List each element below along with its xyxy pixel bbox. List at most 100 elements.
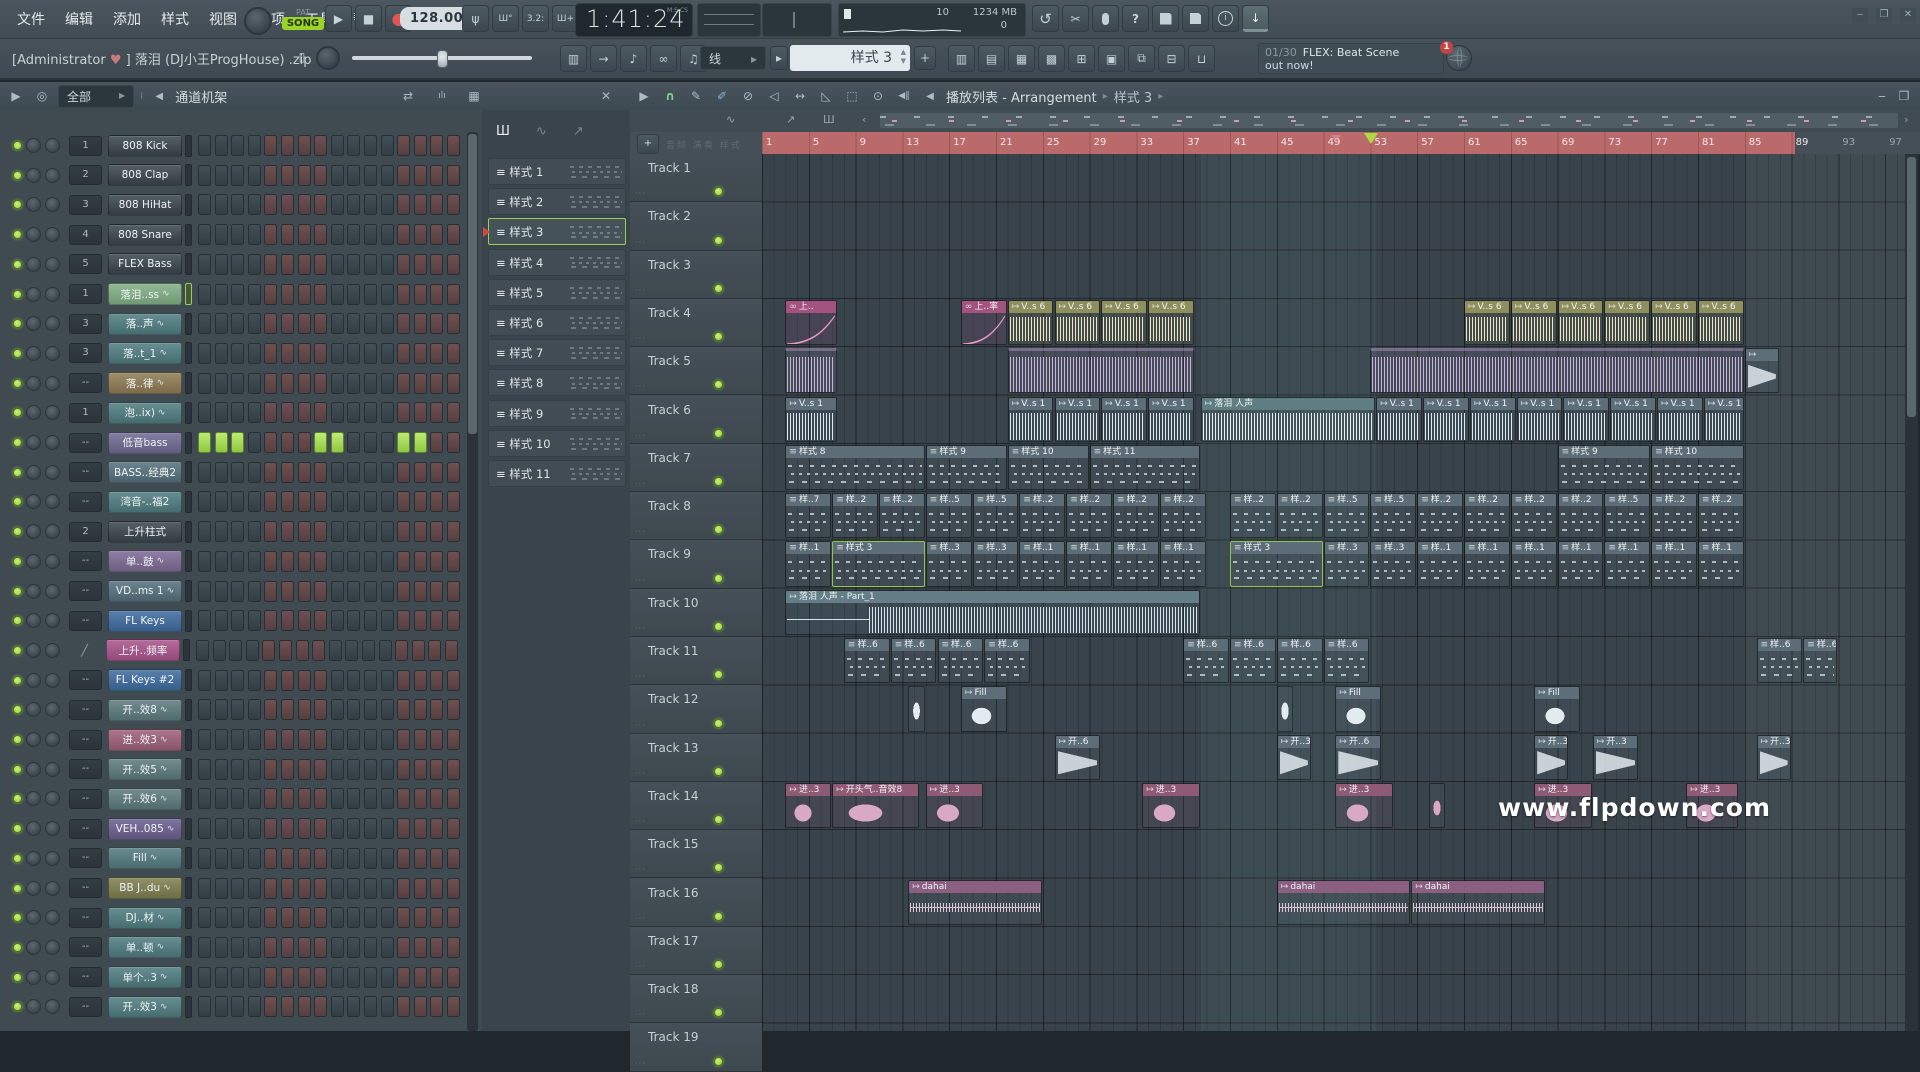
- track-led[interactable]: [714, 863, 723, 872]
- channel-button[interactable]: 低音bass: [108, 432, 182, 454]
- channel-led[interactable]: [13, 379, 22, 388]
- step-cell[interactable]: [264, 581, 277, 602]
- channel-volume-knob[interactable]: [45, 227, 60, 242]
- step-cell[interactable]: [379, 640, 392, 661]
- step-cell[interactable]: [447, 373, 460, 394]
- playlist-clip[interactable]: ≡样..1: [785, 541, 831, 586]
- step-cell[interactable]: [264, 165, 277, 186]
- step-cell[interactable]: [414, 165, 427, 186]
- playlist-clip[interactable]: ↦落泪 人声: [1201, 397, 1376, 442]
- channel-mixer-route[interactable]: --: [69, 611, 102, 631]
- step-cell[interactable]: [430, 521, 443, 542]
- step-cell[interactable]: [381, 462, 394, 483]
- step-cell[interactable]: [397, 878, 410, 899]
- step-cell[interactable]: [314, 284, 327, 305]
- playlist-clip[interactable]: ≡样..2: [879, 493, 925, 538]
- track-header[interactable]: Track 17···: [630, 927, 762, 975]
- pl-slip-icon[interactable]: ↔: [790, 89, 810, 103]
- pattern-stepper-icon[interactable]: ▲▼: [901, 48, 906, 66]
- step-cell[interactable]: [248, 937, 261, 958]
- step-cell[interactable]: [364, 729, 377, 750]
- step-cell[interactable]: [364, 194, 377, 215]
- step-cell[interactable]: [397, 313, 410, 334]
- step-cell[interactable]: [231, 581, 244, 602]
- step-cell[interactable]: [264, 848, 277, 869]
- playlist-clip[interactable]: ↦V..s 1: [1517, 397, 1563, 442]
- step-cell[interactable]: [430, 432, 443, 453]
- step-cell[interactable]: [381, 699, 394, 720]
- step-cell[interactable]: [397, 907, 410, 928]
- step-cell[interactable]: [364, 788, 377, 809]
- playlist-clip[interactable]: [908, 686, 925, 731]
- step-cell[interactable]: [314, 551, 327, 572]
- step-cell[interactable]: [314, 818, 327, 839]
- step-cell[interactable]: [215, 699, 228, 720]
- step-cell[interactable]: [364, 759, 377, 780]
- channel-pan-knob[interactable]: [26, 584, 41, 599]
- track-led[interactable]: [714, 380, 723, 389]
- channel-select-indicator[interactable]: [185, 936, 192, 958]
- step-cell[interactable]: [364, 848, 377, 869]
- channel-mixer-route[interactable]: 1: [69, 284, 102, 304]
- step-cell[interactable]: [298, 907, 311, 928]
- step-cell[interactable]: [314, 788, 327, 809]
- info-icon[interactable]: i: [1212, 5, 1239, 32]
- track-header[interactable]: Track 7···: [630, 444, 762, 492]
- step-cell[interactable]: [414, 759, 427, 780]
- channel-select-indicator[interactable]: [185, 164, 192, 186]
- step-cell[interactable]: [414, 313, 427, 334]
- channel-volume-knob[interactable]: [45, 287, 60, 302]
- step-cell[interactable]: [298, 818, 311, 839]
- playlist-clip[interactable]: ≡样..2: [1113, 493, 1159, 538]
- step-cell[interactable]: [430, 848, 443, 869]
- playlist-clip[interactable]: ≡样..2: [1277, 493, 1323, 538]
- step-cell[interactable]: [314, 402, 327, 423]
- step-cell[interactable]: [347, 967, 360, 988]
- step-cell[interactable]: [198, 907, 211, 928]
- step-cell[interactable]: [414, 373, 427, 394]
- step-cell[interactable]: [364, 699, 377, 720]
- step-cell[interactable]: [264, 313, 277, 334]
- step-cell[interactable]: [198, 373, 211, 394]
- step-cell[interactable]: [397, 996, 410, 1017]
- step-cell[interactable]: [381, 313, 394, 334]
- channel-select-indicator[interactable]: [185, 550, 192, 572]
- channel-select-indicator[interactable]: [185, 491, 192, 513]
- step-cell[interactable]: [397, 818, 410, 839]
- pattern-list-item[interactable]: ≡ 样式 9: [488, 400, 626, 427]
- channel-mixer-route[interactable]: --: [69, 462, 102, 482]
- step-cell[interactable]: [381, 670, 394, 691]
- channel-button[interactable]: 上升..频率: [106, 639, 180, 661]
- step-cell[interactable]: [397, 670, 410, 691]
- step-cell[interactable]: [347, 848, 360, 869]
- step-cell[interactable]: [264, 254, 277, 275]
- step-cell[interactable]: [447, 462, 460, 483]
- step-cell[interactable]: [347, 788, 360, 809]
- step-cell[interactable]: [231, 551, 244, 572]
- step-cell[interactable]: [447, 254, 460, 275]
- channel-select-indicator[interactable]: [185, 135, 192, 157]
- step-cell[interactable]: [298, 878, 311, 899]
- channel-led[interactable]: [13, 824, 22, 833]
- playlist-clip[interactable]: ↦开..3: [1593, 735, 1639, 780]
- track-grip[interactable]: ···: [635, 721, 646, 730]
- step-cell[interactable]: [215, 907, 228, 928]
- step-cell[interactable]: [331, 699, 344, 720]
- channel-button[interactable]: Fill∿: [108, 847, 182, 869]
- step-cell[interactable]: [215, 937, 228, 958]
- playlist-clip[interactable]: ≡样..2: [1511, 493, 1557, 538]
- step-cell[interactable]: [298, 967, 311, 988]
- playlist-clip[interactable]: [785, 348, 837, 393]
- channel-mixer-route[interactable]: --: [69, 373, 102, 393]
- track-led[interactable]: [714, 670, 723, 679]
- step-cell[interactable]: [397, 402, 410, 423]
- step-cell[interactable]: [331, 284, 344, 305]
- channel-pan-knob[interactable]: [26, 257, 41, 272]
- playlist-clip[interactable]: ↦开..6: [1335, 735, 1381, 780]
- track-header[interactable]: Track 1···: [630, 154, 762, 202]
- step-cell[interactable]: [215, 135, 228, 156]
- channel-pan-knob[interactable]: [26, 554, 41, 569]
- step-cell[interactable]: [430, 996, 443, 1017]
- step-cell[interactable]: [414, 788, 427, 809]
- step-cell[interactable]: [447, 818, 460, 839]
